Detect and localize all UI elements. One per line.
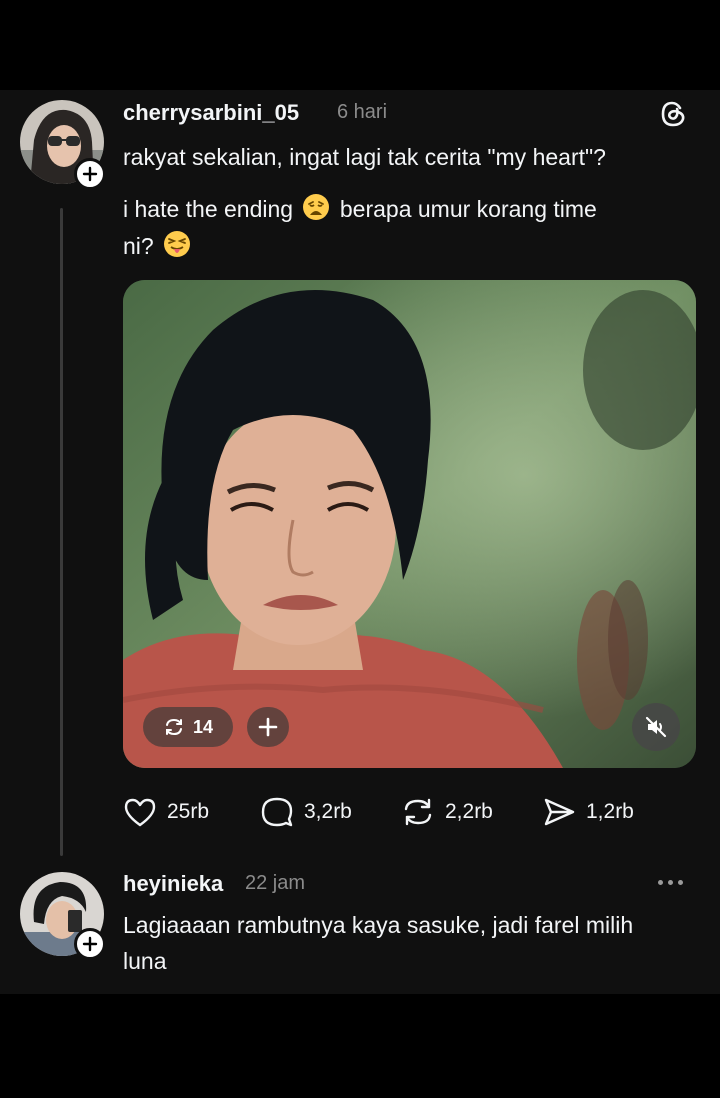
- repost-icon: [165, 718, 182, 736]
- reply-username[interactable]: heyinieka: [123, 871, 223, 897]
- share-button[interactable]: 1,2rb: [542, 794, 634, 830]
- weary-face-emoji: [302, 193, 330, 230]
- more-dots-icon[interactable]: [658, 880, 683, 885]
- plus-icon: [82, 936, 98, 952]
- mute-toggle-button[interactable]: [632, 703, 680, 751]
- plus-icon: [258, 717, 278, 737]
- post-text-line-3: ni?: [123, 229, 194, 267]
- post-timestamp: 6 hari: [337, 101, 388, 123]
- repost-count: 14: [192, 716, 214, 737]
- comment-count: 3,2rb: [304, 800, 352, 823]
- reply-text-line-2: luna: [123, 948, 167, 974]
- post-text-part: berapa umur korang time: [339, 196, 597, 222]
- repost-icon: [404, 798, 432, 826]
- squinting-tongue-face-emoji: [163, 230, 191, 267]
- send-icon: [544, 798, 575, 826]
- post-video[interactable]: 14: [123, 280, 696, 768]
- repost-count-pill[interactable]: 14: [143, 707, 233, 747]
- post-text-part: ni?: [123, 233, 154, 259]
- muted-speaker-icon: [645, 716, 667, 738]
- video-frame-image: [123, 280, 696, 768]
- reply-timestamp: 22 jam: [245, 872, 306, 894]
- post-text-line-1: rakyat sekalian, ingat lagi tak cerita "…: [123, 144, 606, 170]
- follow-button[interactable]: [74, 158, 106, 190]
- thread-line: [60, 208, 63, 856]
- threads-logo-icon[interactable]: [658, 99, 688, 129]
- post-text-part: i hate the ending: [123, 196, 294, 222]
- reply-text-line-1: Lagiaaaan rambutnya kaya sasuke, jadi fa…: [123, 912, 634, 938]
- comment-bubble-icon: [261, 797, 293, 827]
- add-button[interactable]: [247, 707, 289, 747]
- heart-icon: [124, 798, 156, 827]
- comment-button[interactable]: 3,2rb: [260, 794, 352, 830]
- post-text-line-2: i hate the ending berapa umur korang tim…: [123, 192, 597, 230]
- like-count: 25rb: [167, 800, 210, 823]
- post-username[interactable]: cherrysarbini_05: [123, 100, 299, 126]
- reply-follow-button[interactable]: [74, 928, 106, 960]
- plus-icon: [82, 166, 98, 182]
- share-count: 1,2rb: [586, 800, 634, 823]
- repost-button[interactable]: 2,2rb: [401, 794, 493, 830]
- like-button[interactable]: 25rb: [123, 794, 209, 830]
- repost-count-action: 2,2rb: [445, 800, 493, 823]
